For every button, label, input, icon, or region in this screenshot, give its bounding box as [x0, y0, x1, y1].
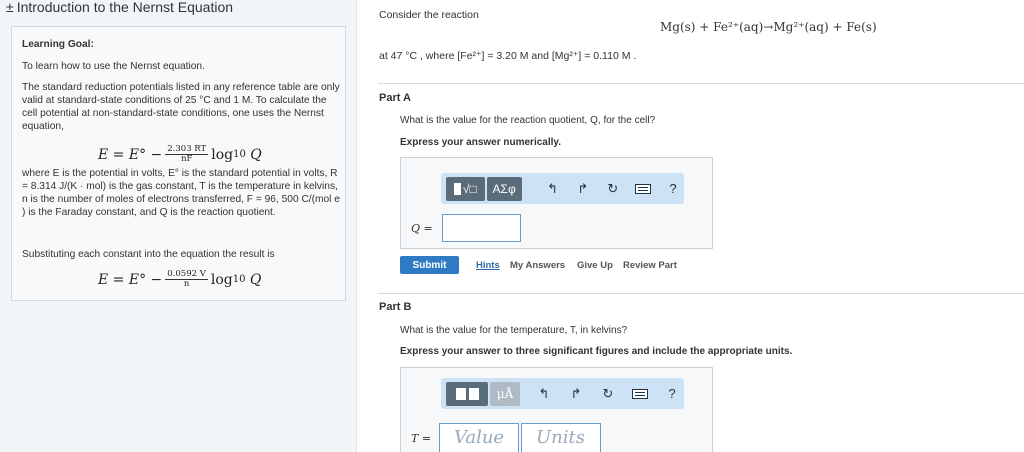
page-title: ± Introduction to the Nernst Equation	[6, 0, 234, 15]
redo-icon[interactable]: ↱	[572, 177, 594, 201]
learning-goal-para3: Substituting each constant into the equa…	[22, 249, 275, 260]
part-a-question: What is the value for the reaction quoti…	[400, 115, 656, 126]
conditions-text: at 47 °C , where [Fe²⁺] = 3.20 M and [Mg…	[379, 50, 637, 62]
part-b-toolbar: μÅ ↰ ↱ ↻ ?	[441, 378, 684, 409]
nernst-equation-simplified: E = E° − 0.0592 Vn log 10 Q	[98, 269, 262, 289]
template-block-icon	[455, 387, 466, 400]
expand-icon[interactable]: ±	[6, 0, 14, 15]
left-panel: ± Introduction to the Nernst Equation Lea…	[0, 0, 357, 452]
value-placeholder: Value	[454, 427, 505, 448]
part-b-question: What is the value for the temperature, T…	[400, 325, 628, 336]
part-a-toolbar: √□ ΑΣφ ↰ ↱ ↻ ?	[441, 173, 684, 204]
units-button[interactable]: μÅ	[490, 381, 520, 406]
divider	[378, 293, 1024, 294]
part-a-answer-box: √□ ΑΣφ ↰ ↱ ↻ ? Q =	[400, 157, 713, 249]
templates-button[interactable]: √□	[446, 176, 485, 201]
templates-button[interactable]	[446, 381, 488, 406]
divider	[378, 83, 1024, 84]
t-value-input[interactable]: Value	[439, 423, 519, 452]
symbols-button[interactable]: ΑΣφ	[486, 176, 522, 201]
part-b-instruction: Express your answer to three significant…	[400, 346, 793, 357]
reset-icon[interactable]: ↻	[596, 382, 620, 406]
keyboard-icon[interactable]	[628, 382, 652, 406]
undo-icon[interactable]: ↰	[542, 177, 564, 201]
reset-icon[interactable]: ↻	[602, 177, 624, 201]
part-a-title: Part A	[379, 92, 411, 104]
my-answers-link[interactable]: My Answers	[510, 260, 565, 271]
undo-icon[interactable]: ↰	[532, 382, 556, 406]
consider-text: Consider the reaction	[379, 9, 479, 21]
units-placeholder: Units	[536, 427, 585, 448]
nernst-equation: E = E° − 2.303 RT nF log 10 Q	[98, 144, 262, 164]
help-icon[interactable]: ?	[660, 382, 684, 406]
hints-link[interactable]: Hints	[476, 260, 500, 271]
learning-goal-para1: The standard reduction potentials listed…	[22, 82, 340, 132]
learning-goal-box: Learning Goal: To learn how to use the N…	[11, 26, 346, 301]
problem-panel: Consider the reaction Mg(s) + Fe²⁺(aq)→M…	[358, 0, 1024, 452]
part-b-answer-box: μÅ ↰ ↱ ↻ ? T = Value Units	[400, 367, 713, 452]
learning-goal-intro: To learn how to use the Nernst equation.	[22, 61, 205, 72]
keyboard-icon[interactable]	[632, 177, 654, 201]
q-answer-input[interactable]	[442, 214, 521, 242]
template-block-icon	[453, 182, 461, 195]
help-icon[interactable]: ?	[662, 177, 684, 201]
template-block-icon	[468, 387, 479, 400]
redo-icon[interactable]: ↱	[564, 382, 588, 406]
q-input-label: Q =	[411, 222, 433, 235]
learning-goal-heading: Learning Goal:	[22, 39, 94, 50]
part-b-title: Part B	[379, 301, 412, 313]
learning-goal-para2: where E is the potential in volts, E° is…	[22, 168, 340, 218]
reaction-equation: Mg(s) + Fe²⁺(aq)→Mg²⁺(aq) + Fe(s)	[660, 20, 877, 34]
give-up-link[interactable]: Give Up	[577, 260, 613, 271]
part-a-instruction: Express your answer numerically.	[400, 137, 562, 148]
review-part-link[interactable]: Review Part	[623, 260, 677, 271]
submit-button[interactable]: Submit	[400, 256, 459, 274]
t-input-label: T =	[411, 432, 432, 445]
t-units-input[interactable]: Units	[521, 423, 601, 452]
